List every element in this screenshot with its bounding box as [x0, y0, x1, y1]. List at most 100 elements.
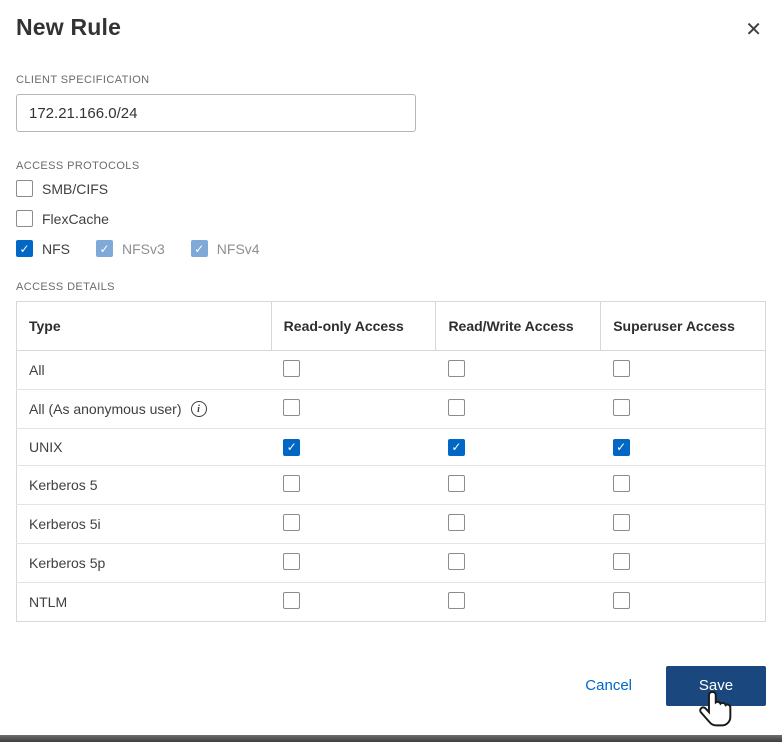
- all-superuser-checkbox[interactable]: [613, 360, 630, 377]
- table-row: Kerberos 5: [17, 465, 766, 504]
- kerberos-5i-readwrite-checkbox[interactable]: [448, 514, 465, 531]
- column-header-read-only-access: Read-only Access: [271, 302, 436, 351]
- column-header-read-write-access: Read/Write Access: [436, 302, 601, 351]
- protocol-label: NFSv3: [122, 241, 165, 257]
- checkbox-cell: [601, 390, 766, 429]
- protocol-row: SMB/CIFS: [16, 180, 766, 197]
- all-as-anonymous-user-readonly-checkbox[interactable]: [283, 399, 300, 416]
- checkbox-cell: [436, 351, 601, 390]
- all-readonly-checkbox[interactable]: [283, 360, 300, 377]
- all-as-anonymous-user-readwrite-checkbox[interactable]: [448, 399, 465, 416]
- client-spec-input[interactable]: [16, 94, 416, 132]
- new-rule-dialog: New Rule ✕ CLIENT SPECIFICATION ACCESS P…: [0, 0, 782, 735]
- checkbox-cell: [601, 351, 766, 390]
- protocol-option-smb-cifs[interactable]: SMB/CIFS: [16, 180, 108, 197]
- checkbox-cell: [436, 390, 601, 429]
- table-row: Kerberos 5p: [17, 543, 766, 582]
- kerberos-5-readonly-checkbox[interactable]: [283, 475, 300, 492]
- smb-cifs-checkbox[interactable]: [16, 180, 33, 197]
- nfsv4-checkbox: [191, 240, 208, 257]
- kerberos-5i-superuser-checkbox[interactable]: [613, 514, 630, 531]
- protocol-option-nfs[interactable]: NFS: [16, 240, 70, 257]
- table-row: All (As anonymous user) i: [17, 390, 766, 429]
- type-label: Kerberos 5: [29, 477, 97, 493]
- type-cell: Kerberos 5i: [17, 504, 272, 543]
- kerberos-5i-readonly-checkbox[interactable]: [283, 514, 300, 531]
- checkbox-cell: [601, 582, 766, 621]
- protocol-row: NFS NFSv3 NFSv4: [16, 240, 766, 257]
- table-header-row: TypeRead-only AccessRead/Write AccessSup…: [17, 302, 766, 351]
- checkbox-cell: [271, 351, 436, 390]
- cancel-button[interactable]: Cancel: [585, 677, 632, 694]
- type-label: All: [29, 362, 45, 378]
- protocol-option-nfsv3: NFSv3: [96, 240, 165, 257]
- protocol-label: NFSv4: [217, 241, 260, 257]
- type-label: Kerberos 5p: [29, 555, 105, 571]
- checkbox-cell: [271, 429, 436, 466]
- protocol-label: NFS: [42, 241, 70, 257]
- column-header-superuser-access: Superuser Access: [601, 302, 766, 351]
- type-cell: NTLM: [17, 582, 272, 621]
- flexcache-checkbox[interactable]: [16, 210, 33, 227]
- checkbox-cell: [436, 543, 601, 582]
- checkbox-cell: [271, 543, 436, 582]
- protocol-row: FlexCache: [16, 210, 766, 227]
- protocol-option-flexcache[interactable]: FlexCache: [16, 210, 109, 227]
- ntlm-superuser-checkbox[interactable]: [613, 592, 630, 609]
- all-as-anonymous-user-superuser-checkbox[interactable]: [613, 399, 630, 416]
- type-label: UNIX: [29, 439, 62, 455]
- table-row: All: [17, 351, 766, 390]
- checkbox-cell: [436, 429, 601, 466]
- checkbox-cell: [271, 582, 436, 621]
- kerberos-5p-readonly-checkbox[interactable]: [283, 553, 300, 570]
- type-label: NTLM: [29, 594, 67, 610]
- dialog-title: New Rule: [16, 14, 121, 41]
- access-protocols-list: SMB/CIFS FlexCache NFS NFSv3 NFSv4: [16, 180, 766, 257]
- protocol-label: SMB/CIFS: [42, 181, 108, 197]
- type-label: Kerberos 5i: [29, 516, 101, 532]
- checkbox-cell: [601, 429, 766, 466]
- checkbox-cell: [436, 465, 601, 504]
- nfsv3-checkbox: [96, 240, 113, 257]
- type-cell: All: [17, 351, 272, 390]
- checkbox-cell: [601, 543, 766, 582]
- access-details-table: TypeRead-only AccessRead/Write AccessSup…: [16, 301, 766, 622]
- all-readwrite-checkbox[interactable]: [448, 360, 465, 377]
- ntlm-readwrite-checkbox[interactable]: [448, 592, 465, 609]
- dialog-header: New Rule ✕: [16, 14, 766, 46]
- close-icon[interactable]: ✕: [741, 14, 766, 46]
- table-row: Kerberos 5i: [17, 504, 766, 543]
- table-row: UNIX: [17, 429, 766, 466]
- type-cell: All (As anonymous user) i: [17, 390, 272, 429]
- access-details-label: ACCESS DETAILS: [16, 281, 766, 293]
- checkbox-cell: [436, 582, 601, 621]
- checkbox-cell: [601, 504, 766, 543]
- checkbox-cell: [271, 465, 436, 504]
- table-body: All All (As anonymous user) i UNIX Kerberos …: [17, 351, 766, 622]
- protocol-option-nfsv4: NFSv4: [191, 240, 260, 257]
- unix-readonly-checkbox[interactable]: [283, 439, 300, 456]
- kerberos-5p-superuser-checkbox[interactable]: [613, 553, 630, 570]
- access-protocols-label: ACCESS PROTOCOLS: [16, 160, 766, 172]
- type-label: All (As anonymous user): [29, 401, 182, 417]
- type-cell: Kerberos 5p: [17, 543, 272, 582]
- checkbox-cell: [436, 504, 601, 543]
- ntlm-readonly-checkbox[interactable]: [283, 592, 300, 609]
- type-cell: Kerberos 5: [17, 465, 272, 504]
- page-background-edge: [0, 735, 782, 742]
- checkbox-cell: [601, 465, 766, 504]
- nfs-checkbox[interactable]: [16, 240, 33, 257]
- table-row: NTLM: [17, 582, 766, 621]
- dialog-footer: Cancel Save: [16, 666, 766, 706]
- type-cell: UNIX: [17, 429, 272, 466]
- unix-readwrite-checkbox[interactable]: [448, 439, 465, 456]
- client-spec-label: CLIENT SPECIFICATION: [16, 74, 766, 86]
- kerberos-5-superuser-checkbox[interactable]: [613, 475, 630, 492]
- unix-superuser-checkbox[interactable]: [613, 439, 630, 456]
- info-icon[interactable]: i: [191, 401, 207, 417]
- save-button[interactable]: Save: [666, 666, 766, 706]
- column-header-type: Type: [17, 302, 272, 351]
- kerberos-5p-readwrite-checkbox[interactable]: [448, 553, 465, 570]
- checkbox-cell: [271, 504, 436, 543]
- kerberos-5-readwrite-checkbox[interactable]: [448, 475, 465, 492]
